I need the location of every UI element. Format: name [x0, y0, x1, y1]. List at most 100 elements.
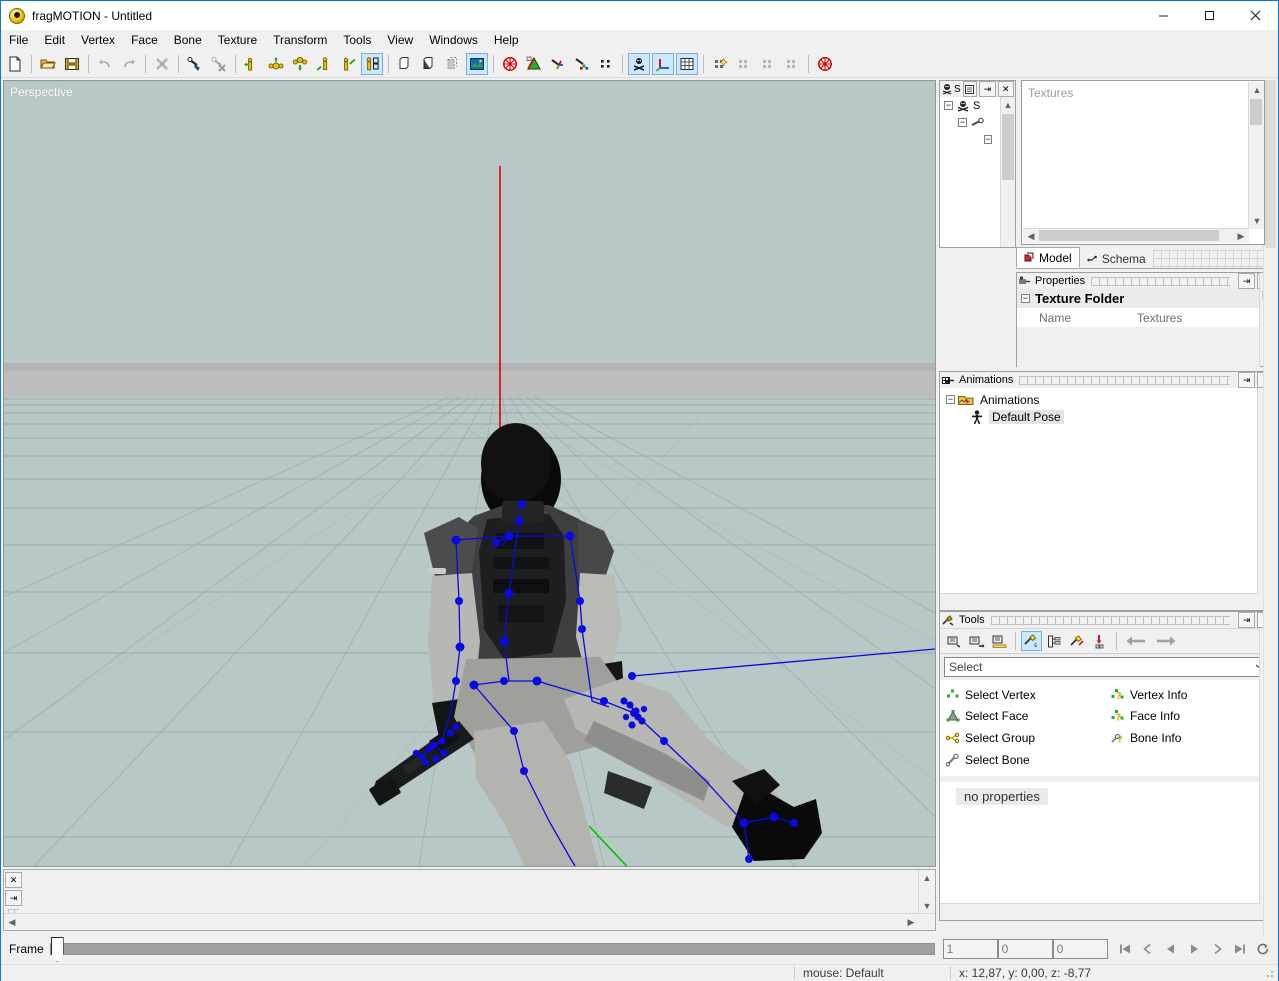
scroll-right-arrow[interactable]: ▶ [1233, 228, 1249, 244]
mesh-tool-1-icon[interactable] [709, 53, 731, 75]
menu-file[interactable]: File [1, 30, 36, 50]
tool-bone-info[interactable]: ? Bone Info [1111, 730, 1272, 747]
minimize-button[interactable] [1140, 1, 1186, 30]
mesh-tool-2-icon[interactable] [733, 53, 755, 75]
mesh-tool-4-icon[interactable] [781, 53, 803, 75]
property-group-expander[interactable]: − [1021, 294, 1030, 303]
menu-windows[interactable]: Windows [421, 30, 486, 50]
scroll-left-arrow[interactable]: ◀ [4, 914, 20, 930]
tree-expander[interactable]: − [946, 395, 955, 404]
tool-group-measure-icon[interactable] [989, 631, 1010, 651]
tool-group-2-icon[interactable] [966, 631, 987, 651]
model-tree-icon[interactable] [941, 83, 953, 95]
vertices-icon[interactable] [595, 53, 617, 75]
textured-icon[interactable] [571, 53, 593, 75]
frame-slider[interactable] [49, 937, 935, 962]
property-row[interactable]: Name Textures [1017, 308, 1260, 327]
tree-label[interactable]: Default Pose [989, 409, 1064, 424]
flat-shaded-icon[interactable] [523, 53, 545, 75]
viewport-canvas[interactable] [4, 81, 935, 866]
tree-row[interactable]: Default Pose [940, 408, 1258, 425]
duplicate-icon[interactable] [442, 53, 464, 75]
tools-panel-grip[interactable] [990, 615, 1230, 625]
loop-button[interactable] [1252, 939, 1275, 959]
go-to-end-button[interactable] [1229, 939, 1252, 959]
model-panel-pin-button[interactable]: ⇥ [979, 81, 996, 97]
perspective-viewport[interactable]: Perspective [3, 80, 936, 867]
figure-origin-icon[interactable] [313, 53, 335, 75]
copy-icon[interactable] [394, 53, 416, 75]
figure-direction-icon[interactable] [337, 53, 359, 75]
close-button[interactable] [1232, 1, 1278, 30]
tool-category-select[interactable]: Select [944, 657, 1272, 677]
scroll-thumb[interactable] [1250, 99, 1262, 125]
bottom-panel-vscrollbar[interactable]: ▲ ▼ [918, 870, 935, 914]
tool-insert-icon[interactable] [1090, 631, 1111, 651]
tools-panel-pin-button[interactable]: ⇥ [1238, 612, 1255, 628]
previous-keyframe-button[interactable] [1137, 939, 1160, 959]
scroll-up-arrow[interactable]: ▲ [1249, 82, 1265, 98]
menu-bone[interactable]: Bone [166, 30, 210, 50]
tool-select-icon[interactable]: s [1021, 631, 1042, 651]
tree-expander[interactable]: − [944, 101, 953, 110]
menu-tools[interactable]: Tools [335, 30, 379, 50]
tool-modify-icon[interactable] [1067, 631, 1088, 651]
menu-texture[interactable]: Texture [210, 30, 265, 50]
tab-model[interactable]: Model [1016, 247, 1080, 268]
wireframe-icon[interactable] [499, 53, 521, 75]
show-axis-icon[interactable] [652, 52, 674, 75]
deselect-bone-icon[interactable] [208, 53, 230, 75]
show-grid-icon[interactable] [676, 52, 698, 75]
model-tree[interactable]: − S − − [940, 97, 1001, 247]
animations-panel-grip[interactable] [1019, 375, 1230, 385]
model-tree-vscrollbar[interactable]: ▲ [1000, 97, 1015, 247]
list-icon[interactable] [962, 81, 978, 97]
paste-icon[interactable] [418, 53, 440, 75]
model-panel-close-button[interactable]: ✕ [997, 81, 1015, 97]
scroll-thumb[interactable] [1265, 80, 1276, 248]
tree-row[interactable]: − [940, 131, 1001, 148]
textures-hscrollbar[interactable]: ◀ ▶ [1023, 228, 1249, 243]
save-file-icon[interactable] [61, 53, 83, 75]
nav-forward-icon[interactable] [1152, 631, 1180, 651]
tool-select-bone[interactable]: Select Bone [946, 751, 1107, 768]
select-bone-icon[interactable] [184, 53, 206, 75]
frame-end-field[interactable]: 0 [1052, 939, 1108, 959]
show-skeleton-icon[interactable] [628, 52, 650, 75]
undo-icon[interactable] [94, 53, 116, 75]
tools-hscrollbar[interactable] [940, 903, 1260, 920]
play-button[interactable] [1183, 939, 1206, 959]
frame-slider-thumb[interactable] [50, 937, 64, 962]
frame-current-field[interactable]: 1 [942, 939, 998, 959]
tool-face-info[interactable]: ? Face Info [1111, 708, 1272, 725]
properties-grid[interactable]: − Texture Folder Name Textures [1017, 289, 1260, 367]
tool-select-face[interactable]: Select Face [946, 708, 1107, 725]
bottom-panel-close-button[interactable]: ✕ [5, 872, 22, 888]
smooth-shaded-icon[interactable] [547, 53, 569, 75]
nav-back-icon[interactable] [1122, 631, 1150, 651]
textures-vscrollbar[interactable]: ▲ ▼ [1248, 82, 1264, 229]
mesh-tool-3-icon[interactable] [757, 53, 779, 75]
scroll-down-arrow[interactable]: ▼ [1249, 213, 1265, 229]
scroll-right-arrow[interactable]: ▶ [903, 914, 919, 930]
scroll-up-arrow[interactable]: ▲ [1000, 97, 1016, 113]
menu-help[interactable]: Help [486, 30, 527, 50]
render-wheel-icon[interactable] [814, 53, 836, 75]
tabstrip-grip[interactable] [1152, 250, 1277, 268]
tree-row[interactable]: − [940, 114, 1001, 131]
menu-transform[interactable]: Transform [265, 30, 335, 50]
scroll-thumb[interactable] [1002, 114, 1014, 180]
tree-row[interactable]: − S [940, 97, 1001, 114]
menu-edit[interactable]: Edit [36, 30, 73, 50]
tool-hierarchy-icon[interactable] [1044, 631, 1065, 651]
properties-panel-grip[interactable] [1091, 276, 1230, 286]
redo-icon[interactable] [118, 53, 140, 75]
dock-outer-scrollbar[interactable] [1263, 80, 1277, 940]
tool-select-group[interactable]: Select Group [946, 730, 1107, 747]
tree-expander[interactable]: − [958, 118, 967, 127]
move-figure-left-icon[interactable] [241, 53, 263, 75]
property-group-header[interactable]: − Texture Folder [1017, 289, 1260, 308]
texture-view-icon[interactable] [466, 52, 488, 75]
scroll-down-arrow[interactable]: ▼ [919, 898, 935, 914]
animations-tree[interactable]: − Animations Default Pose [940, 388, 1258, 594]
